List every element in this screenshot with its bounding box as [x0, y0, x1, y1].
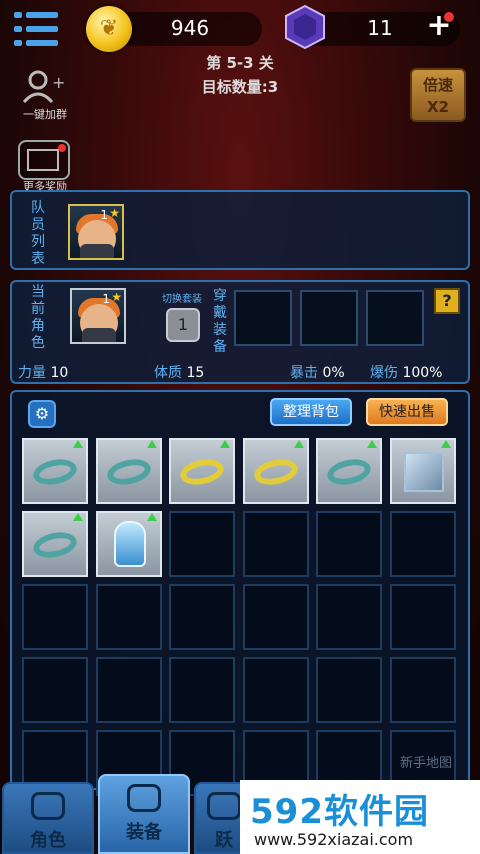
ring-icon [30, 455, 80, 489]
tab-equipment[interactable]: 装备 [98, 774, 190, 854]
inventory-item-glove[interactable] [95, 511, 162, 577]
star-icon: ★ [109, 206, 120, 220]
upgrade-arrow-icon [293, 440, 304, 448]
current-hero-card[interactable]: 1 ★ [70, 288, 126, 344]
stage-target: 目标数量:3 [201, 78, 279, 96]
side-item-label[interactable]: 一键加群 [10, 106, 80, 122]
inventory-slot-empty[interactable] [95, 657, 162, 723]
hero-level: 1 [100, 208, 108, 222]
equip-slot[interactable] [300, 290, 358, 346]
inventory-slot-empty[interactable] [169, 511, 235, 577]
inventory-item-ring[interactable] [316, 438, 382, 504]
sort-bag-button[interactable]: 整理背包 [270, 398, 352, 426]
upgrade-arrow-icon [73, 440, 83, 448]
inventory-item-ring[interactable] [169, 438, 235, 504]
gold-amount: 946 [170, 16, 210, 40]
inventory-slot-empty[interactable] [389, 511, 456, 577]
hero-level: 1 [102, 292, 110, 306]
team-hero-card[interactable]: 1 ★ [68, 204, 124, 260]
stat-crit-damage: 爆伤 100% [370, 362, 442, 382]
ring-icon [30, 528, 80, 562]
stat-value: 15 [186, 365, 205, 381]
stat-constitution: 体质 15 [154, 362, 204, 382]
inventory-item-ring[interactable] [22, 511, 88, 577]
inventory-slot-empty[interactable] [242, 657, 309, 723]
stat-name: 暴击 [290, 365, 318, 381]
stat-value: 0% [322, 365, 345, 381]
switch-set-button[interactable]: 1 [166, 308, 200, 342]
equip-slot[interactable] [234, 290, 292, 346]
stat-value: 100% [402, 365, 443, 381]
upgrade-arrow-icon [73, 513, 83, 521]
inventory-slot-empty[interactable] [316, 657, 382, 723]
stat-name: 体质 [154, 365, 182, 381]
gear-icon[interactable]: ⚙ [28, 400, 56, 428]
jump-icon [207, 792, 241, 820]
equip-slot[interactable] [366, 290, 424, 346]
menu-icon[interactable] [14, 10, 58, 50]
ice-box-icon [403, 452, 444, 492]
tab-label: 装备 [126, 822, 162, 843]
add-group-icon[interactable]: + [18, 66, 70, 106]
watermark-url: www.592xiazai.com [254, 830, 414, 849]
svg-text:+: + [52, 73, 65, 92]
characters-icon [31, 792, 65, 820]
glove-icon [113, 521, 146, 567]
upgrade-arrow-icon [146, 513, 157, 521]
ring-icon [324, 455, 374, 489]
quick-sell-button[interactable]: 快速出售 [366, 398, 448, 426]
inventory-slot-empty[interactable] [242, 511, 309, 577]
inventory-slot-empty[interactable] [95, 584, 162, 650]
speed-label: 倍速 [422, 76, 453, 94]
inventory-slot-empty[interactable] [169, 657, 235, 723]
tab-label: 角色 [30, 830, 66, 851]
speed-button[interactable]: 倍速 X2 [410, 68, 466, 122]
stat-value: 10 [50, 365, 69, 381]
inventory-item-ring[interactable] [242, 438, 309, 504]
stat-name: 力量 [18, 365, 46, 381]
inventory-slot-empty[interactable] [316, 511, 382, 577]
equip-title: 穿戴装备 [213, 288, 227, 355]
watermark-title: 592软件园 [250, 792, 429, 832]
current-character-title: 当前角色 [31, 284, 45, 351]
upgrade-arrow-icon [440, 440, 451, 448]
stat-crit: 暴击 0% [290, 362, 345, 382]
inventory-slot-empty[interactable] [389, 584, 456, 650]
ring-icon [104, 455, 153, 489]
team-list-title: 队员列表 [31, 200, 45, 267]
help-button[interactable]: ? [434, 288, 460, 314]
inventory-slot-empty[interactable] [389, 657, 456, 723]
upgrade-arrow-icon [367, 440, 377, 448]
inventory-slot-empty[interactable] [169, 584, 235, 650]
gem-icon [285, 4, 325, 50]
switch-set-label: 切换套装 [162, 294, 202, 305]
stage-level: 第 5-3 关 [206, 54, 274, 72]
star-icon: ★ [111, 290, 122, 304]
speed-multiplier: X2 [426, 98, 449, 116]
ring-icon [177, 455, 227, 489]
inventory-item-box[interactable] [389, 438, 456, 504]
inventory-slot-empty[interactable] [22, 584, 88, 650]
newbie-map-label[interactable]: 新手地图 [400, 752, 452, 771]
inventory-slot-empty[interactable] [22, 657, 88, 723]
stat-strength: 力量 10 [18, 362, 68, 382]
gold-coin-icon: ❦ [86, 6, 132, 52]
watermark: 592软件园 www.592xiazai.com [240, 780, 480, 854]
inventory-item-ring[interactable] [95, 438, 162, 504]
inventory-slot-empty[interactable] [316, 584, 382, 650]
equipment-chest-icon [127, 784, 161, 812]
inventory-slot-empty[interactable] [242, 584, 309, 650]
upgrade-arrow-icon [146, 440, 157, 448]
inventory-item-ring[interactable] [22, 438, 88, 504]
video-reward-icon[interactable] [18, 140, 70, 180]
stat-name: 爆伤 [370, 365, 398, 381]
notification-dot [444, 12, 454, 22]
tab-character[interactable]: 角色 [2, 782, 94, 854]
ring-icon [251, 455, 300, 489]
gem-amount: 11 [367, 16, 393, 40]
upgrade-arrow-icon [220, 440, 230, 448]
